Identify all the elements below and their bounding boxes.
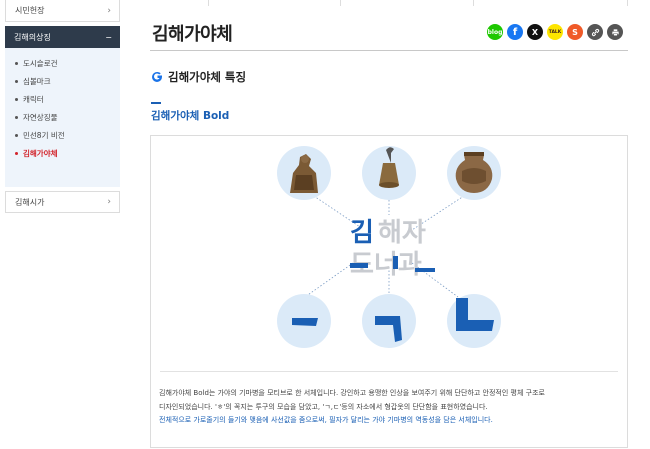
font-description: 김해가야체 Bold는 가야의 기마병을 모티브로 한 서체입니다. 강인하고 … [159, 387, 619, 428]
submenu-item-nature-symbols[interactable]: 자연상징물 [5, 108, 120, 126]
print-icon[interactable] [607, 24, 623, 40]
description-divider [160, 371, 618, 372]
submenu-item-character[interactable]: 캐릭터 [5, 90, 120, 108]
description-line: 디자인되었습니다. 'ㅎ'의 꼭지는 투구의 모습을 담았고, 'ㄱ,ㄷ'등의 … [159, 402, 488, 411]
bullet-icon [15, 151, 18, 155]
subheading-accent [151, 102, 161, 104]
submenu-item-label: 자연상징물 [23, 112, 58, 122]
glyph-row-1-first: 김 [350, 218, 374, 248]
submenu-item-label: 심볼마크 [23, 76, 51, 86]
submenu-item-symbol-mark[interactable]: 심볼마크 [5, 72, 120, 90]
artifact-bell-icon [362, 146, 416, 200]
bullet-icon [15, 61, 18, 65]
bullet-icon [15, 115, 18, 119]
kakaostory-icon[interactable]: S [567, 24, 583, 40]
sidebar-item-label: 시민헌장 [15, 6, 45, 15]
sidebar-submenu: 도시슬로건 심볼마크 캐릭터 자연상징물 민선8기 비전 김해가야체 [5, 48, 120, 187]
chevron-right-icon: › [107, 197, 111, 207]
bullet-icon [15, 133, 18, 137]
submenu-item-label: 민선8기 비전 [23, 130, 65, 140]
sidebar-item-city-song[interactable]: 김해시가 › [5, 191, 120, 213]
stroke-digeut-icon [447, 294, 501, 348]
glyph-row-1-rest: 해자 [378, 218, 426, 248]
blog-icon[interactable]: blog [487, 24, 503, 40]
sidebar: 시민헌장 › 김해의상징 − 도시슬로건 심볼마크 캐릭터 자연상징물 민선8기… [5, 0, 120, 213]
artifact-warrior-icon [277, 146, 331, 200]
tab-bar-edge [150, 0, 628, 6]
submenu-item-label: 캐릭터 [23, 94, 44, 104]
kakaotalk-icon[interactable]: TALK [547, 24, 563, 40]
submenu-item-label: 김해가야체 [23, 148, 58, 158]
section-logo-icon [152, 71, 162, 82]
stroke-horizontal-icon [277, 294, 331, 348]
collapse-icon: − [105, 32, 112, 42]
submenu-item-slogan[interactable]: 도시슬로건 [5, 54, 120, 72]
link-icon[interactable] [587, 24, 603, 40]
subheading: 김해가야체 Bold [151, 110, 230, 122]
description-line: 김해가야체 Bold는 가야의 기마병을 모티브로 한 서체입니다. 강인하고 … [159, 389, 545, 397]
submenu-item-gaya-font[interactable]: 김해가야체 [5, 144, 120, 162]
x-icon[interactable]: X [527, 24, 543, 40]
sidebar-item-label: 김해의상징 [14, 32, 51, 42]
font-sample-glyphs: 김 해자 도너과 [350, 218, 435, 280]
section-heading: 김해가야체 특징 [151, 69, 246, 85]
description-line-highlight: 전체적으로 가로줄기의 들기와 맺음에 사선값을 줌으로써, 필자가 달리는 가… [159, 416, 493, 424]
title-divider [150, 50, 628, 51]
sidebar-item-label: 김해시가 [15, 197, 45, 207]
font-diagram: 김 해자 도너과 [277, 146, 501, 348]
facebook-icon[interactable]: f [507, 24, 523, 40]
bullet-icon [15, 97, 18, 101]
chevron-right-icon: › [107, 5, 111, 16]
stroke-giyeok-icon [362, 294, 416, 348]
artifact-pottery-icon [447, 146, 501, 200]
sidebar-item-citizen-charter[interactable]: 시민헌장 › [5, 0, 120, 22]
page-title: 김해가야체 [152, 24, 233, 45]
bullet-icon [15, 79, 18, 83]
submenu-item-vision[interactable]: 민선8기 비전 [5, 126, 120, 144]
section-heading-text: 김해가야체 특징 [168, 70, 247, 84]
sidebar-item-symbols[interactable]: 김해의상징 − [5, 26, 120, 48]
share-bar: blog f X TALK S [487, 24, 623, 40]
submenu-item-label: 도시슬로건 [23, 58, 58, 68]
